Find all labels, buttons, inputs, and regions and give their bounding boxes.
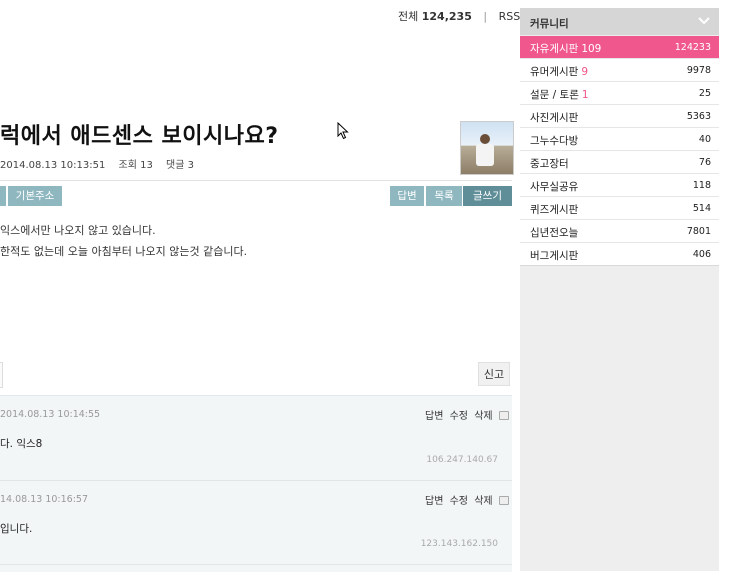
sidebar-item-count: 514 (692, 203, 711, 214)
comment-delete-link[interactable]: 삭제 (474, 496, 492, 507)
sidebar-board-list: 자유게시판 109 124233 유머게시판 9 9978 설문 / 토론 1 25 사진게시판 5… (520, 36, 719, 266)
sidebar-item[interactable]: 설문 / 토론 1 25 (520, 82, 719, 105)
lock-icon (498, 411, 509, 420)
total-label: 전체 (398, 10, 419, 23)
sidebar-item-name: 사진게시판 (530, 112, 579, 124)
sidebar-item-new-count: 109 (581, 43, 602, 55)
comment-actions: 답변 수정 삭제 (422, 407, 509, 422)
author-avatar[interactable] (460, 121, 514, 175)
post-body-line: 익스에서만 나오지 않고 있습니다. (0, 224, 156, 237)
write-button[interactable]: 글쓰기 (463, 186, 512, 206)
comment-divider (0, 564, 512, 565)
reply-button[interactable]: 답변 (390, 186, 424, 206)
sidebar-item-name: 십년전오늘 (530, 227, 579, 239)
rss-link[interactable]: RSS (499, 10, 521, 23)
sidebar-item[interactable]: 중고장터 76 (520, 151, 719, 174)
sidebar-item-label: 사무실공유 (530, 179, 578, 194)
comment-actions: 답변 수정 삭제 (422, 492, 509, 507)
sidebar-item[interactable]: 버그게시판 406 (520, 243, 719, 266)
sidebar-item-count: 118 (692, 180, 711, 191)
sidebar-item-label: 사진게시판 (530, 110, 578, 125)
comment-divider (0, 480, 512, 481)
sidebar-item-count: 40 (698, 134, 711, 145)
sidebar-item-count: 25 (698, 88, 711, 99)
community-sidebar: 커뮤니티 자유게시판 109 124233 유머게시판 9 9978 설문 / 토론 1 25 사… (520, 8, 719, 571)
sidebar-item-name: 자유게시판 (530, 43, 579, 55)
sidebar-header[interactable]: 커뮤니티 (520, 8, 719, 35)
comment-text: 다. 익스8 (0, 438, 43, 450)
sidebar-item-name: 유머게시판 (530, 66, 579, 78)
sidebar-item-name: 설문 / 토론 (530, 89, 579, 101)
sidebar-item[interactable]: 자유게시판 109 124233 (520, 36, 719, 59)
sidebar-item-label: 그누수다방 (530, 133, 578, 148)
comment-delete-link[interactable]: 삭제 (474, 411, 492, 422)
comment-reply-link[interactable]: 답변 (425, 411, 443, 422)
cursor-icon (337, 122, 349, 140)
comment-ip: 106.247.140.67 (426, 455, 498, 465)
sidebar-item-new-count: 9 (581, 66, 588, 78)
sidebar-item[interactable]: 십년전오늘 7801 (520, 220, 719, 243)
comment-time: 14.08.13 10:16:57 (0, 494, 88, 505)
sidebar-item-count: 406 (692, 249, 711, 260)
chevron-down-icon[interactable] (696, 12, 712, 28)
sidebar-item-name: 퀴즈게시판 (530, 204, 579, 216)
sidebar-item-label: 설문 / 토론 1 (530, 87, 589, 102)
sidebar-item-count: 5363 (686, 111, 711, 122)
post-meta: 2014.08.13 10:13:51 조회 13 댓글 3 (0, 156, 204, 171)
comment-edit-link[interactable]: 수정 (450, 496, 468, 507)
sidebar-item-name: 버그게시판 (530, 250, 579, 262)
sidebar-item-label: 십년전오늘 (530, 225, 578, 240)
sidebar-item-label: 자유게시판 109 (530, 41, 601, 56)
comment-ip: 123.143.162.150 (420, 539, 498, 549)
report-button[interactable]: 신고 (478, 362, 510, 386)
sidebar-title: 커뮤니티 (530, 18, 569, 30)
list-button[interactable]: 목록 (426, 186, 462, 206)
post-body-line: 한적도 없는데 오늘 아침부터 나오지 않는것 같습니다. (0, 245, 248, 258)
comment-reply-link[interactable]: 답변 (425, 496, 443, 507)
comment-text: 입니다. (0, 523, 33, 535)
post-views: 조회 13 (118, 160, 153, 171)
sidebar-item[interactable]: 그누수다방 40 (520, 128, 719, 151)
board-stats: 전체 124,235 | RSS (398, 8, 520, 24)
title-divider (0, 180, 512, 181)
sidebar-item-count: 124233 (674, 42, 711, 53)
sidebar-item-label: 유머게시판 9 (530, 64, 588, 79)
stats-separator: | (483, 10, 488, 23)
sidebar-item-count: 76 (698, 157, 711, 168)
comment-time: 2014.08.13 10:14:55 (0, 409, 101, 420)
sidebar-item-label: 퀴즈게시판 (530, 202, 578, 217)
post-date: 2014.08.13 10:13:51 (0, 160, 106, 171)
comment-list: 2014.08.13 10:14:55 답변 수정 삭제 다. 익스8 106.… (0, 395, 512, 572)
sidebar-item[interactable]: 사진게시판 5363 (520, 105, 719, 128)
sidebar-item[interactable]: 퀴즈게시판 514 (520, 197, 719, 220)
post-title: 럭에서 애드센스 보이시나요? (0, 124, 279, 149)
sidebar-item-name: 중고장터 (530, 158, 569, 170)
lock-icon (498, 496, 509, 505)
prev-button[interactable] (0, 186, 6, 206)
post-body: 익스에서만 나오지 않고 있습니다. 한적도 없는데 오늘 아침부터 나오지 않… (0, 220, 247, 262)
sidebar-item[interactable]: 사무실공유 118 (520, 174, 719, 197)
sidebar-item-new-count: 1 (581, 89, 589, 101)
comment-edit-link[interactable]: 수정 (450, 411, 468, 422)
sidebar-item-name: 사무실공유 (530, 181, 579, 193)
sidebar-item[interactable]: 유머게시판 9 9978 (520, 59, 719, 82)
sidebar-item-count: 9978 (686, 65, 711, 76)
sidebar-item-count: 7801 (686, 226, 711, 237)
total-count: 124,235 (421, 10, 472, 23)
sidebar-item-label: 버그게시판 (530, 248, 578, 263)
sidebar-item-label: 중고장터 (530, 156, 569, 171)
post-comment-count: 댓글 3 (166, 160, 194, 171)
basic-address-button[interactable]: 기본주소 (8, 186, 62, 206)
sidebar-item-name: 그누수다방 (530, 135, 579, 147)
recommend-button[interactable] (0, 362, 3, 388)
